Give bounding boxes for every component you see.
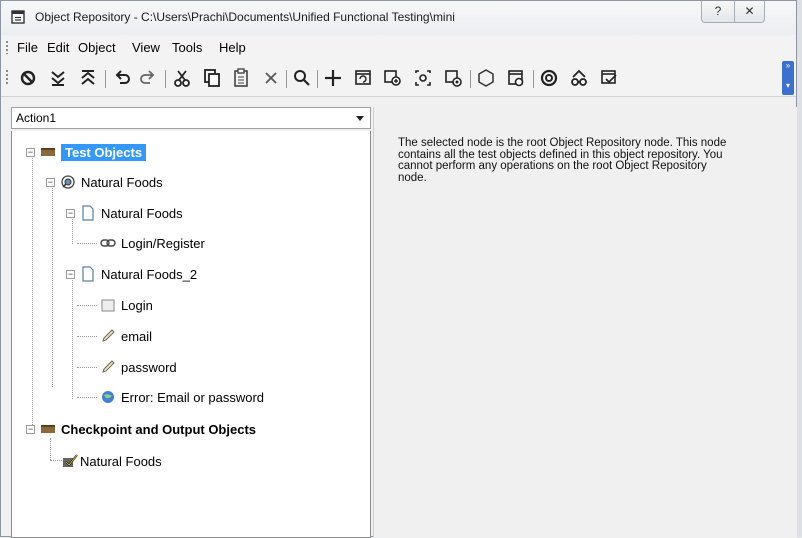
expand-all-icon[interactable]: [46, 66, 70, 90]
menu-tools[interactable]: Tools: [172, 40, 202, 55]
menu-grip[interactable]: [6, 41, 8, 54]
add-to-local-icon[interactable]: [381, 66, 405, 90]
link-icon: [100, 235, 116, 251]
toolbar: » ▾: [1, 59, 796, 97]
tree-node-link[interactable]: Login/Register: [100, 233, 205, 253]
tree-label-link: Login/Register: [121, 235, 205, 251]
tree-node-browser[interactable]: Natural Foods: [60, 172, 163, 192]
node-info-text: The selected node is the root Object Rep…: [398, 137, 727, 184]
copy-icon[interactable]: [200, 66, 224, 90]
tree-node-edit-email[interactable]: email: [100, 326, 152, 346]
menu-object[interactable]: Object: [78, 40, 116, 55]
pencil-icon: [100, 328, 116, 344]
repository-folder-icon: [40, 144, 56, 160]
menu-file[interactable]: File: [17, 40, 38, 55]
add-objects-icon[interactable]: [321, 66, 345, 90]
tree-node-edit-password[interactable]: password: [100, 357, 177, 377]
export-icon[interactable]: [567, 66, 591, 90]
paste-icon[interactable]: [230, 66, 254, 90]
globe-icon: [100, 389, 116, 405]
locate-icon[interactable]: [441, 66, 465, 90]
chevron-down-icon[interactable]: [356, 116, 364, 121]
help-button[interactable]: ?: [701, 1, 735, 23]
cut-icon[interactable]: [170, 66, 194, 90]
tree-label-page2: Natural Foods_2: [101, 266, 198, 282]
object-repository-window: Object Repository - C:\Users\Prachi\Docu…: [0, 0, 797, 538]
collapse-all-icon[interactable]: [76, 66, 100, 90]
checkpoint-icon: [62, 453, 78, 469]
find-icon[interactable]: [290, 66, 314, 90]
page-icon: [80, 205, 96, 221]
tree-node-checkpoint-item[interactable]: Natural Foods: [62, 451, 162, 471]
object-spy-icon[interactable]: [504, 66, 528, 90]
menu-help[interactable]: Help: [219, 40, 246, 55]
collapse-toggle-browser[interactable]: −: [46, 178, 55, 187]
tree-node-checkpoints[interactable]: Checkpoint and Output Objects: [40, 419, 256, 439]
manage-icon[interactable]: [597, 66, 621, 90]
browser-icon: [60, 174, 76, 190]
tree-node-page2[interactable]: Natural Foods_2: [80, 264, 197, 284]
repository-folder-icon: [40, 421, 56, 437]
undo-icon[interactable]: [110, 66, 134, 90]
tree-label-browser: Natural Foods: [81, 174, 163, 190]
tree-label-checkpoint-item: Natural Foods: [80, 453, 162, 469]
collapse-toggle-checkpoints[interactable]: −: [26, 425, 35, 434]
highlight-icon[interactable]: [411, 66, 435, 90]
tree-label-edit-password: password: [121, 359, 177, 375]
tree-node-test-objects[interactable]: Test Objects: [40, 142, 147, 162]
action-combo-value: Action1: [16, 111, 57, 125]
tree-label-edit-email: email: [121, 328, 153, 344]
close-button[interactable]: ✕: [735, 1, 765, 23]
menu-view[interactable]: View: [132, 40, 160, 55]
tree-label-test-objects: Test Objects: [61, 143, 147, 161]
pencil-icon: [100, 359, 116, 375]
object-tree[interactable]: − Test Objects − Natural Foods − Natural…: [11, 131, 371, 538]
associate-repositories-icon[interactable]: [537, 66, 561, 90]
collapse-toggle-page2[interactable]: −: [66, 270, 75, 279]
button-object-icon: [100, 297, 116, 313]
page-icon: [80, 266, 96, 282]
define-new-object-icon[interactable]: [474, 66, 498, 90]
toolbar-grip[interactable]: [6, 70, 8, 86]
delete-icon[interactable]: [259, 66, 283, 90]
redo-icon[interactable]: [136, 66, 160, 90]
filter-icon[interactable]: [16, 66, 40, 90]
tree-label-checkpoints: Checkpoint and Output Objects: [61, 421, 257, 437]
tree-label-page1: Natural Foods: [101, 205, 183, 221]
window-title: Object Repository - C:\Users\Prachi\Docu…: [35, 10, 455, 24]
collapse-toggle-page1[interactable]: −: [66, 209, 75, 218]
repository-app-icon: [11, 10, 25, 24]
tree-node-web-element[interactable]: Error: Email or password: [100, 387, 264, 407]
tree-node-page1[interactable]: Natural Foods: [80, 203, 183, 223]
tree-label-web-element: Error: Email or password: [121, 389, 265, 405]
update-from-app-icon[interactable]: [351, 66, 375, 90]
title-bar[interactable]: Object Repository - C:\Users\Prachi\Docu…: [1, 1, 796, 35]
menu-bar: File Edit Object View Tools Help: [1, 35, 796, 59]
toolbar-overflow-button[interactable]: » ▾: [782, 61, 794, 95]
menu-edit[interactable]: Edit: [47, 40, 69, 55]
tree-label-button-login: Login: [121, 297, 153, 313]
tree-node-button-login[interactable]: Login: [100, 295, 153, 315]
collapse-toggle-test-objects[interactable]: −: [26, 148, 35, 157]
action-combo[interactable]: Action1: [11, 107, 371, 129]
